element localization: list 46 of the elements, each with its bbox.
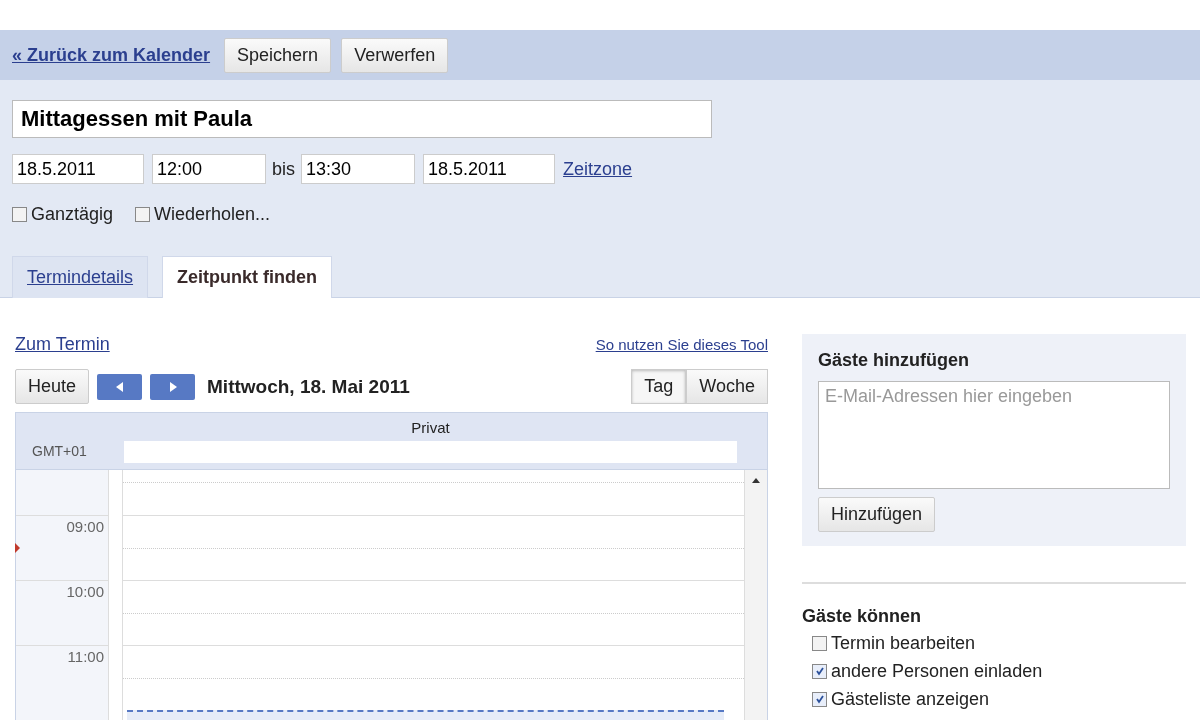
panel-title: Gäste hinzufügen	[818, 350, 970, 371]
checkbox[interactable]	[12, 207, 27, 222]
checkbox-label: Ganztägig	[31, 204, 114, 225]
checkmark-icon	[814, 694, 825, 704]
timezone-label: GMT+01	[31, 442, 88, 461]
scrollbar[interactable]	[744, 470, 767, 720]
timezone-link[interactable]: Zeitzone	[563, 158, 633, 180]
help-link[interactable]: So nutzen Sie dieses Tool	[595, 336, 768, 353]
checkbox-label: Termin bearbeiten	[831, 632, 976, 654]
checkbox-label: Gästeliste anzeigen	[831, 688, 990, 710]
checkbox-label: Wiederholen...	[154, 204, 271, 225]
toolbar-button[interactable]: Speichern	[224, 37, 332, 73]
hour-label: 11:00	[67, 648, 104, 665]
checkbox[interactable]	[812, 663, 827, 679]
separator-label: bis	[272, 158, 295, 180]
tab[interactable]: Termindetails	[12, 256, 149, 298]
checkbox-label: andere Personen einladen	[831, 660, 1043, 682]
title-field[interactable]: Mittagessen mit Paula	[12, 100, 712, 138]
section-title: Gäste können	[802, 606, 923, 627]
tab[interactable]: Zeitpunkt finden	[162, 256, 333, 298]
checkbox[interactable]	[135, 207, 151, 222]
left-arrow-icon	[115, 381, 124, 392]
checkmark-icon	[814, 666, 825, 676]
start-date-field[interactable]: 18.5.2011	[12, 154, 144, 184]
checkbox[interactable]	[812, 691, 827, 707]
time-marker-icon	[15, 543, 20, 553]
back-link[interactable]: « Zurück zum Kalender	[12, 44, 211, 66]
previous-button[interactable]	[97, 373, 143, 400]
email-field[interactable]: E-Mail-Adressen hier eingeben	[818, 381, 1170, 489]
right-arrow-icon	[168, 381, 177, 392]
view-button[interactable]: Tag	[631, 369, 687, 404]
back-to-event-link[interactable]: Zum Termin	[15, 334, 110, 355]
add-button[interactable]: Hinzufügen	[818, 497, 936, 532]
end-date-field[interactable]: 18.5.2011	[423, 154, 555, 184]
toolbar-button[interactable]: Verwerfen	[341, 37, 449, 73]
date-label: Mittwoch, 18. Mai 2011	[207, 375, 410, 398]
checkbox[interactable]	[812, 635, 827, 651]
scroll-up-icon	[752, 478, 760, 483]
calendar-name: Privat	[410, 418, 451, 438]
view-button[interactable]: Woche	[686, 369, 768, 404]
today-button[interactable]: Heute	[15, 369, 90, 404]
next-button[interactable]	[150, 373, 196, 400]
end-time-field[interactable]: 13:30	[301, 154, 415, 184]
hour-label: 09:00	[66, 518, 104, 535]
hour-label: 10:00	[66, 583, 104, 600]
start-time-field[interactable]: 12:00	[152, 154, 266, 184]
